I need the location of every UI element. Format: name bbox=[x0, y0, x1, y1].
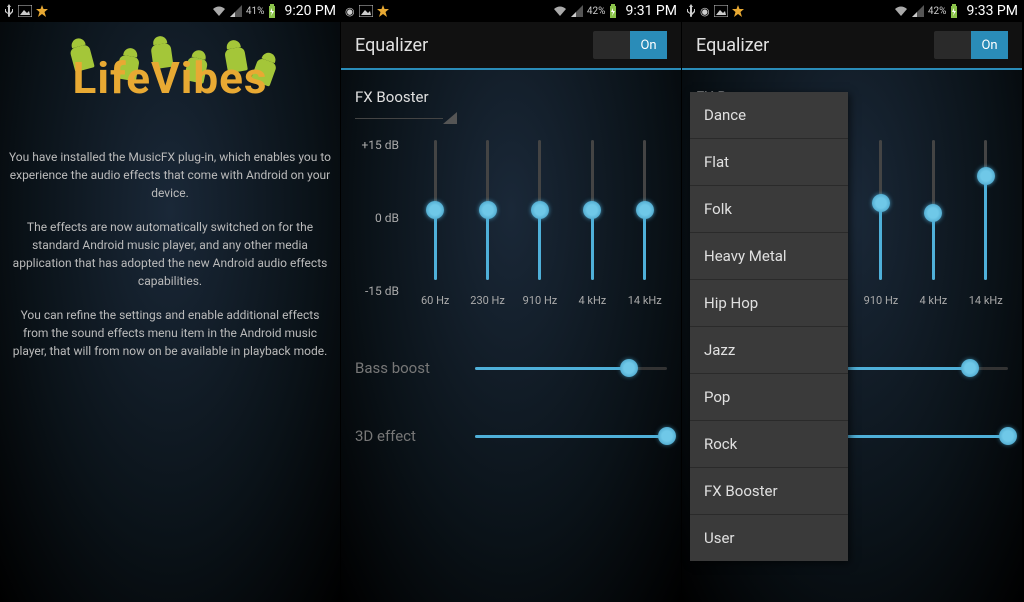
preset-option[interactable]: Hip Hop bbox=[690, 280, 848, 327]
page-title: Equalizer bbox=[696, 35, 769, 56]
3d-effect-slider[interactable] bbox=[475, 426, 667, 446]
record-icon: ◉ bbox=[700, 5, 710, 18]
app-logo: LifeVibes bbox=[0, 52, 340, 132]
image-icon bbox=[18, 5, 32, 17]
band-frequency-label: 230 Hz bbox=[470, 294, 505, 307]
usb-icon bbox=[686, 4, 696, 18]
battery-icon bbox=[268, 4, 276, 18]
app-header: Equalizer On bbox=[341, 22, 681, 70]
screen-equalizer-flat: ◉ 42% 9:31 PM Equalizer On FX Booster +1… bbox=[341, 0, 682, 602]
db-label: -15 dB bbox=[351, 284, 399, 298]
band-frequency-label: 14 kHz bbox=[969, 294, 1003, 307]
eq-band-slider[interactable]: 14 kHz bbox=[961, 134, 1011, 328]
eq-band-slider[interactable]: 4 kHz bbox=[908, 134, 958, 328]
preset-option[interactable]: Heavy Metal bbox=[690, 233, 848, 280]
preset-selector[interactable]: FX Booster bbox=[341, 70, 681, 112]
image-icon bbox=[714, 5, 728, 17]
equalizer-toggle[interactable]: On bbox=[934, 31, 1008, 59]
eq-band-slider[interactable]: 910 Hz bbox=[515, 134, 565, 328]
star-icon bbox=[732, 5, 744, 17]
battery-pct: 42% bbox=[587, 6, 606, 17]
battery-pct: 41% bbox=[246, 6, 265, 17]
band-frequency-label: 14 kHz bbox=[628, 294, 662, 307]
db-label: +15 dB bbox=[351, 138, 399, 152]
status-bar: ◉ 42% 9:33 PM bbox=[682, 0, 1022, 22]
band-frequency-label: 60 Hz bbox=[421, 294, 449, 307]
eq-band-slider[interactable]: 230 Hz bbox=[463, 134, 513, 328]
signal-icon bbox=[230, 5, 242, 17]
eq-band-slider[interactable]: 4 kHz bbox=[567, 134, 617, 328]
bass-boost-label: Bass boost bbox=[355, 359, 475, 377]
band-frequency-label: 910 Hz bbox=[864, 294, 899, 307]
signal-icon bbox=[912, 5, 924, 17]
info-paragraph-3: You can refine the settings and enable a… bbox=[0, 290, 340, 360]
preset-option[interactable]: Dance bbox=[690, 92, 848, 139]
status-bar: 41% 9:20 PM bbox=[0, 0, 340, 22]
info-paragraph-1: You have installed the MusicFX plug-in, … bbox=[0, 132, 340, 202]
status-time: 9:31 PM bbox=[625, 3, 677, 19]
band-frequency-label: 4 kHz bbox=[578, 294, 606, 307]
page-title: Equalizer bbox=[355, 35, 428, 56]
image-icon bbox=[359, 5, 373, 17]
equalizer-toggle[interactable]: On bbox=[593, 31, 667, 59]
screen-equalizer-preset-menu: ◉ 42% 9:33 PM Equalizer On FX Booster +1… bbox=[682, 0, 1023, 602]
bass-boost-slider[interactable] bbox=[475, 358, 667, 378]
preset-option[interactable]: User bbox=[690, 515, 848, 561]
battery-icon bbox=[950, 4, 958, 18]
preset-option[interactable]: Flat bbox=[690, 139, 848, 186]
chevron-down-icon[interactable] bbox=[443, 112, 457, 124]
equalizer-bands: +15 dB 0 dB -15 dB 60 Hz 230 Hz 910 Hz 4 kH… bbox=[341, 124, 681, 334]
eq-band-slider[interactable]: 14 kHz bbox=[620, 134, 670, 328]
usb-icon bbox=[4, 4, 14, 18]
eq-band-slider[interactable]: 60 Hz bbox=[410, 134, 460, 328]
band-frequency-label: 910 Hz bbox=[523, 294, 558, 307]
wifi-icon bbox=[553, 5, 567, 17]
signal-icon bbox=[571, 5, 583, 17]
battery-icon bbox=[609, 4, 617, 18]
db-label: 0 dB bbox=[351, 211, 399, 225]
wifi-icon bbox=[212, 5, 226, 17]
3d-effect-label: 3D effect bbox=[355, 427, 475, 445]
band-frequency-label: 4 kHz bbox=[919, 294, 947, 307]
battery-pct: 42% bbox=[928, 6, 947, 17]
status-time: 9:20 PM bbox=[284, 3, 336, 19]
star-icon bbox=[377, 5, 389, 17]
preset-option[interactable]: FX Booster bbox=[690, 468, 848, 515]
record-icon: ◉ bbox=[345, 5, 355, 18]
eq-band-slider[interactable]: 910 Hz bbox=[856, 134, 906, 328]
preset-option[interactable]: Jazz bbox=[690, 327, 848, 374]
preset-option[interactable]: Folk bbox=[690, 186, 848, 233]
star-icon bbox=[36, 5, 48, 17]
wifi-icon bbox=[894, 5, 908, 17]
preset-option[interactable]: Rock bbox=[690, 421, 848, 468]
preset-dropdown-menu: DanceFlatFolkHeavy MetalHip HopJazzPopRo… bbox=[690, 92, 848, 561]
status-bar: ◉ 42% 9:31 PM bbox=[341, 0, 681, 22]
preset-option[interactable]: Pop bbox=[690, 374, 848, 421]
info-paragraph-2: The effects are now automatically switch… bbox=[0, 202, 340, 290]
status-time: 9:33 PM bbox=[966, 3, 1018, 19]
screen-lifevibes: 41% 9:20 PM LifeVibes You have installed… bbox=[0, 0, 341, 602]
app-header: Equalizer On bbox=[682, 22, 1022, 70]
